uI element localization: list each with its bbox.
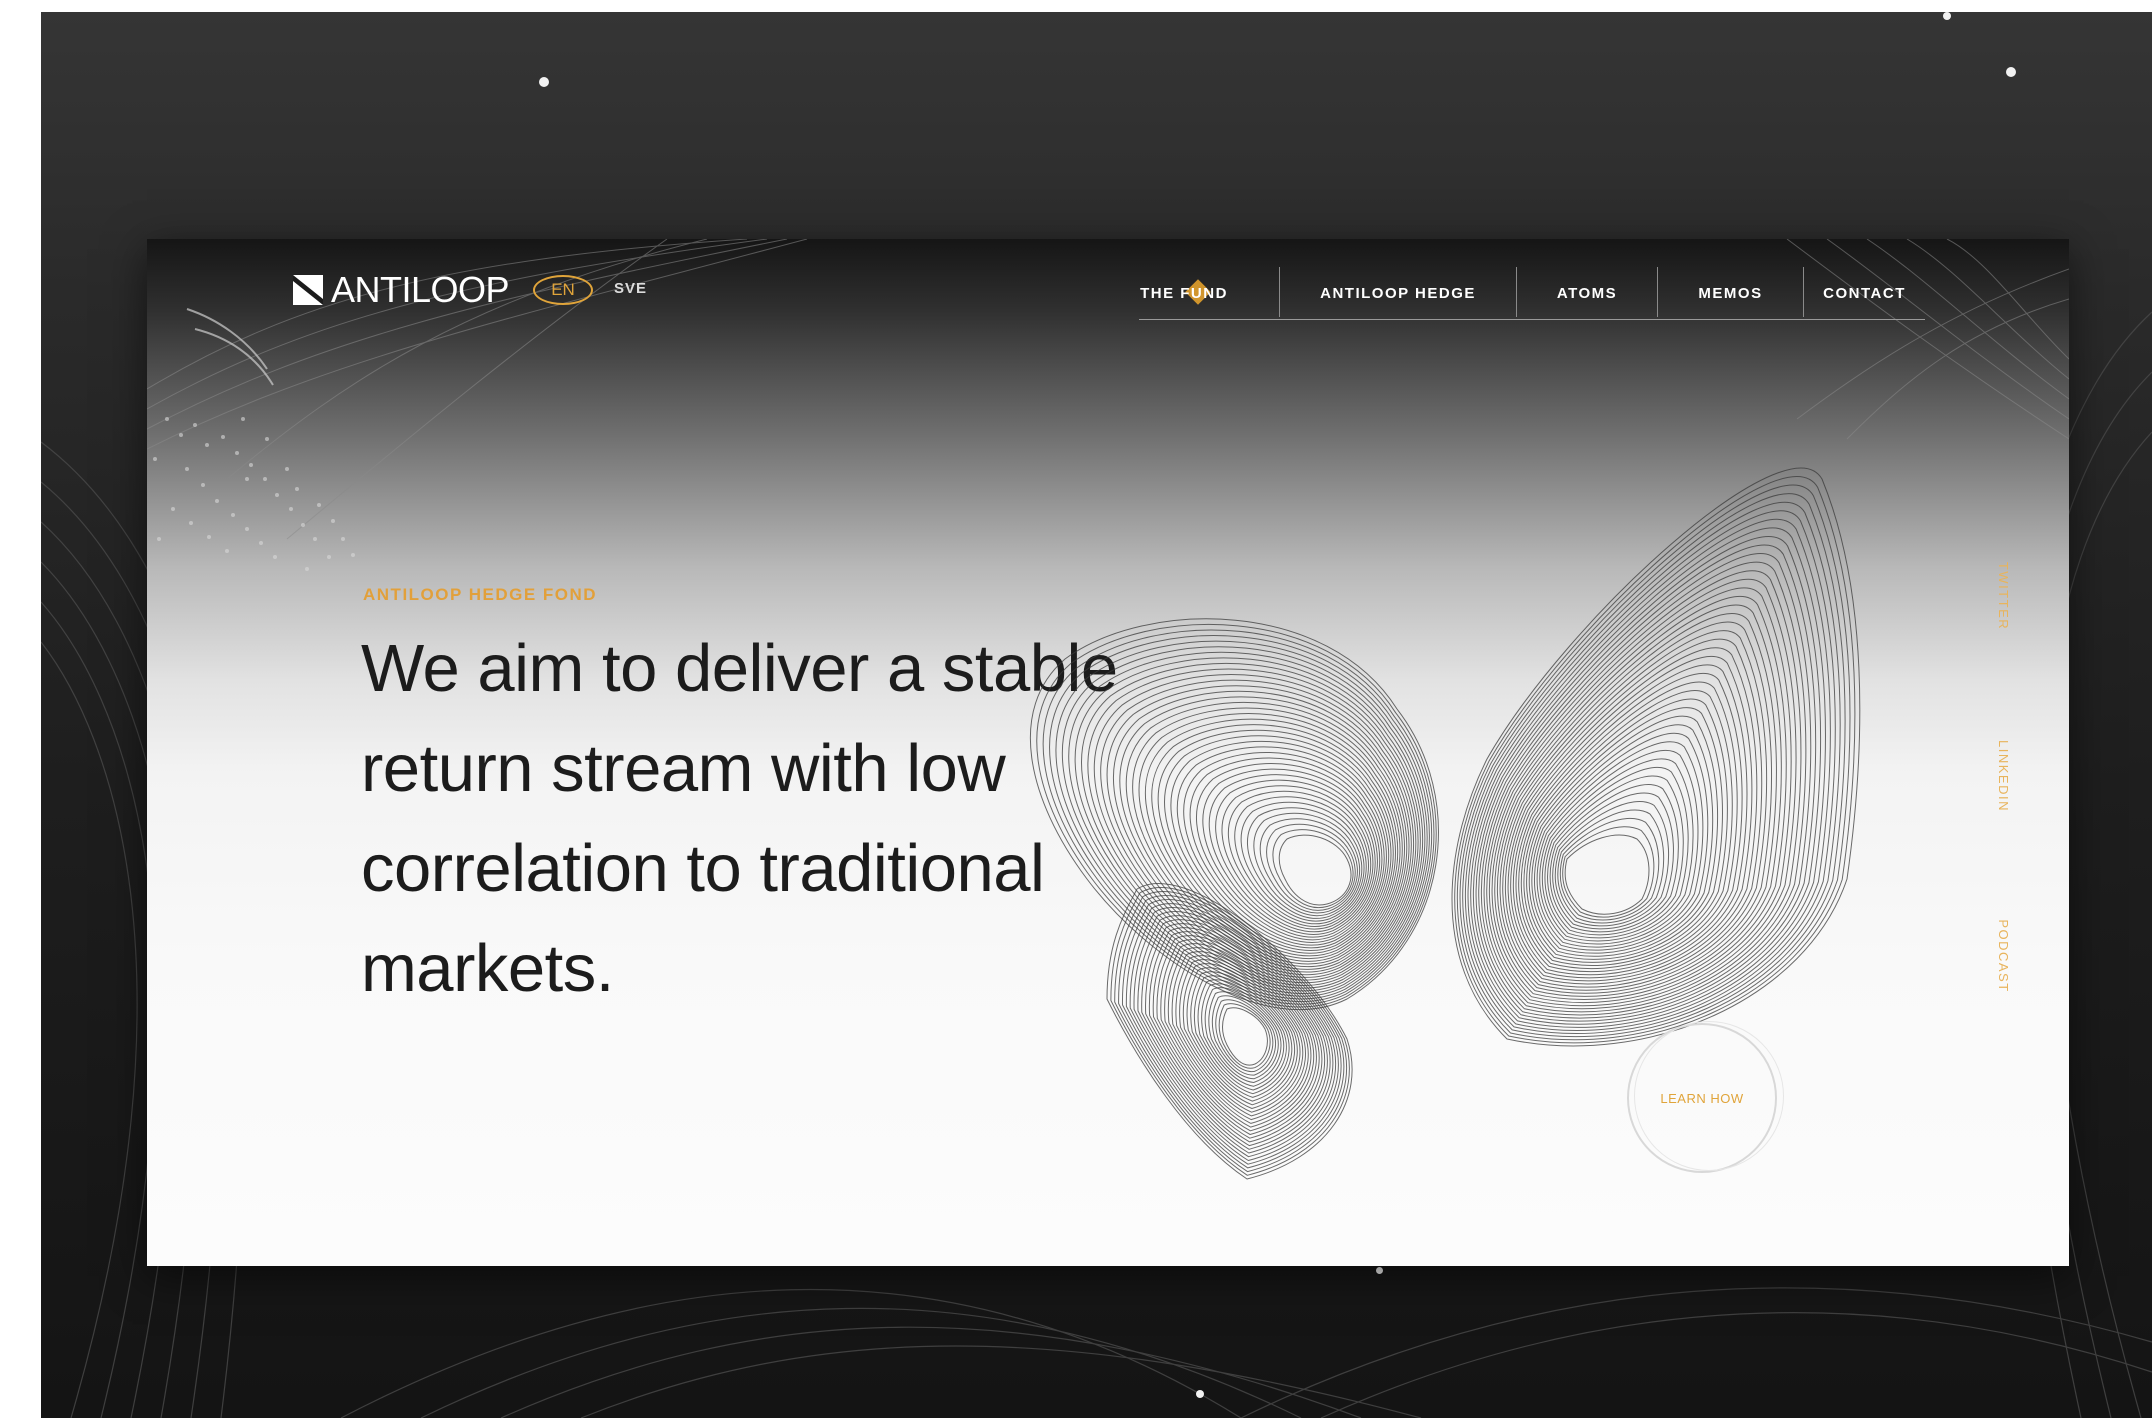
sculpture-contour-line xyxy=(1227,790,1370,927)
sculpture-contour-line xyxy=(1459,493,1846,1038)
sculpture-contour-line xyxy=(1472,536,1822,1022)
social-link-label: PODCAST xyxy=(1996,919,2011,993)
star-decoration xyxy=(539,77,549,87)
social-link-twitter[interactable]: TWITTER xyxy=(1991,551,2015,641)
sculpture-contour-line xyxy=(1547,775,1684,936)
sculpture-contour-line xyxy=(1557,809,1665,924)
star-decoration xyxy=(1196,1390,1204,1398)
star-decoration xyxy=(2006,67,2016,77)
social-link-label: LINKEDIN xyxy=(1996,740,2011,812)
sculpture-contour-line xyxy=(1518,681,1738,970)
star-decoration xyxy=(1943,12,1951,20)
social-link-label: TWITTER xyxy=(1996,561,2011,631)
sculpture-lower-tail xyxy=(1106,883,1353,1180)
learn-how-label: LEARN HOW xyxy=(1660,1090,1744,1106)
sculpture-contour-line xyxy=(1114,891,1347,1173)
website-mockup: ANTILOOP EN SVE THE FUND ANTILOOP HEDGE … xyxy=(147,239,2069,1266)
learn-how-button[interactable]: LEARN HOW xyxy=(1627,1021,1784,1173)
sculpture-contour-line xyxy=(1464,510,1836,1031)
sculpture-contour-line xyxy=(1234,796,1367,925)
sculpture-right-lobe xyxy=(1451,467,1861,1047)
social-link-podcast[interactable]: PODCAST xyxy=(1991,911,2015,1001)
sculpture-left-lobe xyxy=(1029,618,1439,1010)
star-decoration xyxy=(1376,1267,1383,1274)
social-link-linkedin[interactable]: LINKEDIN xyxy=(1991,731,2015,821)
sculpture-contour-line xyxy=(1564,834,1650,915)
sculpture-contour-line xyxy=(1278,834,1352,906)
